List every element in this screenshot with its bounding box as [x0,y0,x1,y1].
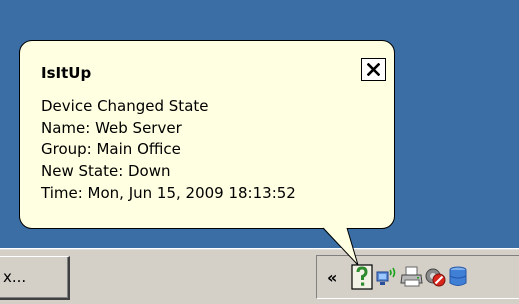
system-tray: « [316,255,519,299]
balloon-message: Device Changed State Name: Web Server Gr… [41,96,296,204]
database-icon[interactable] [448,266,468,288]
taskbar: x... « [0,248,519,304]
message-line-group: Group: Main Office [41,140,181,159]
printer-icon[interactable] [400,266,424,288]
message-line-state: New State: Down [41,162,171,181]
balloon-title: IsItUp [41,64,92,82]
message-line-event: Device Changed State [41,97,209,115]
message-line-name: Name: Web Server [41,118,182,137]
show-hidden-icons-chevron[interactable]: « [327,268,337,287]
security-icon[interactable] [424,266,448,288]
taskbar-highlight [0,249,519,250]
close-icon [367,63,380,76]
balloon-notification[interactable]: IsItUp Device Changed State Name: Web Se… [19,40,395,229]
isitup-question-icon[interactable] [351,264,373,290]
close-button[interactable] [361,58,386,81]
message-line-time: Time: Mon, Jun 15, 2009 18:13:52 [41,183,296,202]
taskbar-window-label: x... [3,268,27,286]
network-wireless-icon[interactable] [375,266,399,288]
taskbar-window-button[interactable]: x... [0,256,70,300]
